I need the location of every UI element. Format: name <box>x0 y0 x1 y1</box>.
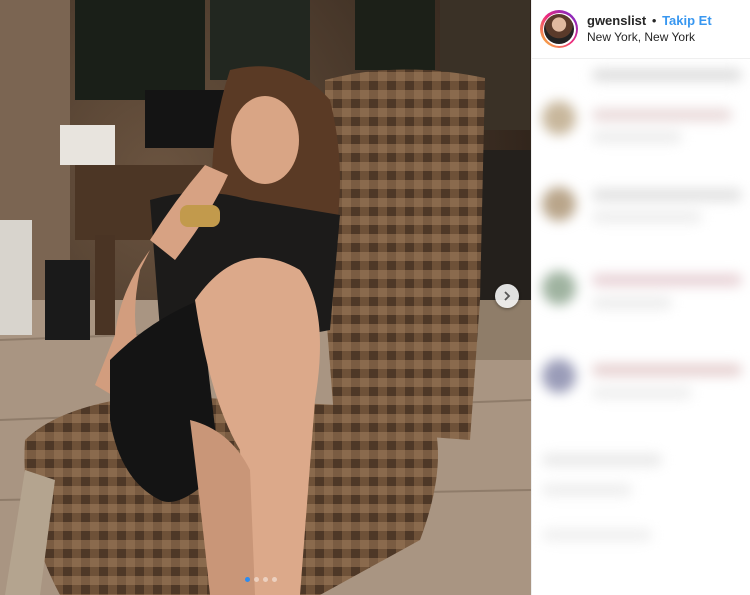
carousel-indicator <box>245 577 277 582</box>
location-link[interactable]: New York, New York <box>587 29 712 46</box>
carousel-dot <box>272 577 277 582</box>
next-slide-button[interactable] <box>495 284 519 308</box>
username-link[interactable]: gwenslist <box>587 13 646 28</box>
carousel-dot <box>263 577 268 582</box>
profile-photo <box>544 14 574 44</box>
chevron-right-icon <box>504 291 511 301</box>
separator-dot: • <box>651 13 657 28</box>
avatar[interactable] <box>540 10 578 48</box>
post-sidebar: gwenslist • Takip Et New York, New York <box>531 0 750 595</box>
post-photo <box>0 0 531 595</box>
comments-area-blurred <box>532 59 750 595</box>
follow-button[interactable]: Takip Et <box>662 13 712 28</box>
post-media <box>0 0 531 595</box>
instagram-post: gwenslist • Takip Et New York, New York <box>0 0 750 595</box>
post-header: gwenslist • Takip Et New York, New York <box>532 0 750 59</box>
carousel-dot <box>254 577 259 582</box>
carousel-dot-active <box>245 577 250 582</box>
